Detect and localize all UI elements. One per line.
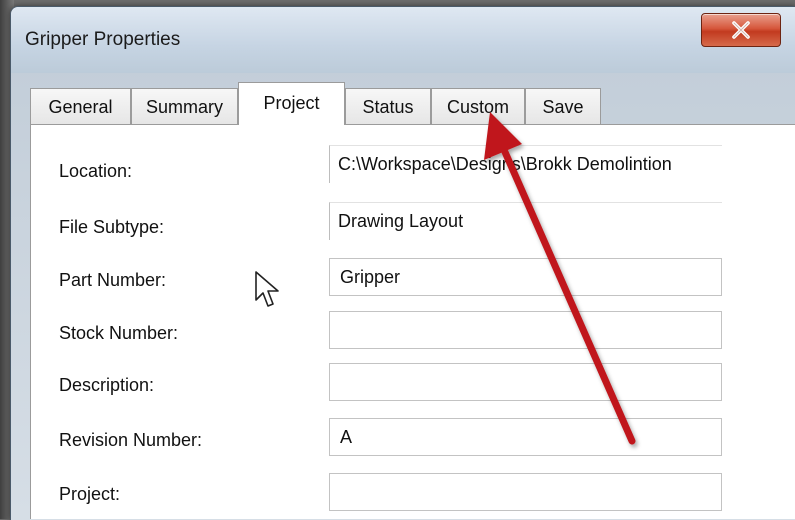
project-label: Project:	[59, 484, 121, 504]
file-subtype-field: Drawing Layout	[329, 202, 722, 240]
location-field: C:\Workspace\Designs\Brokk Demolintion	[329, 145, 722, 183]
description-field[interactable]	[329, 363, 722, 401]
title-bar[interactable]: Gripper Properties	[11, 7, 795, 73]
part-number-label: Part Number:	[59, 270, 167, 290]
mouse-pointer-icon	[255, 271, 279, 307]
location-label: Location:	[59, 161, 133, 181]
part-number-field[interactable]: Gripper	[329, 258, 722, 296]
revision-number-label: Revision Number:	[59, 430, 203, 450]
tab-custom[interactable]: Custom	[431, 88, 525, 124]
tab-project[interactable]: Project	[238, 82, 345, 125]
close-button[interactable]	[701, 13, 781, 47]
stock-number-field[interactable]	[329, 311, 722, 349]
project-tab-panel: Location: C:\Workspace\Designs\Brokk Dem…	[30, 124, 795, 519]
tab-general[interactable]: General	[30, 88, 131, 124]
project-field[interactable]	[329, 473, 722, 511]
stock-number-label: Stock Number:	[59, 323, 179, 343]
tab-save[interactable]: Save	[525, 88, 601, 124]
tab-status[interactable]: Status	[345, 88, 431, 124]
revision-number-field[interactable]: A	[329, 418, 722, 456]
tab-summary[interactable]: Summary	[131, 88, 238, 124]
dialog-title: Gripper Properties	[25, 29, 181, 50]
file-subtype-label: File Subtype:	[59, 217, 165, 237]
close-icon	[732, 21, 750, 39]
description-label: Description:	[59, 375, 155, 395]
